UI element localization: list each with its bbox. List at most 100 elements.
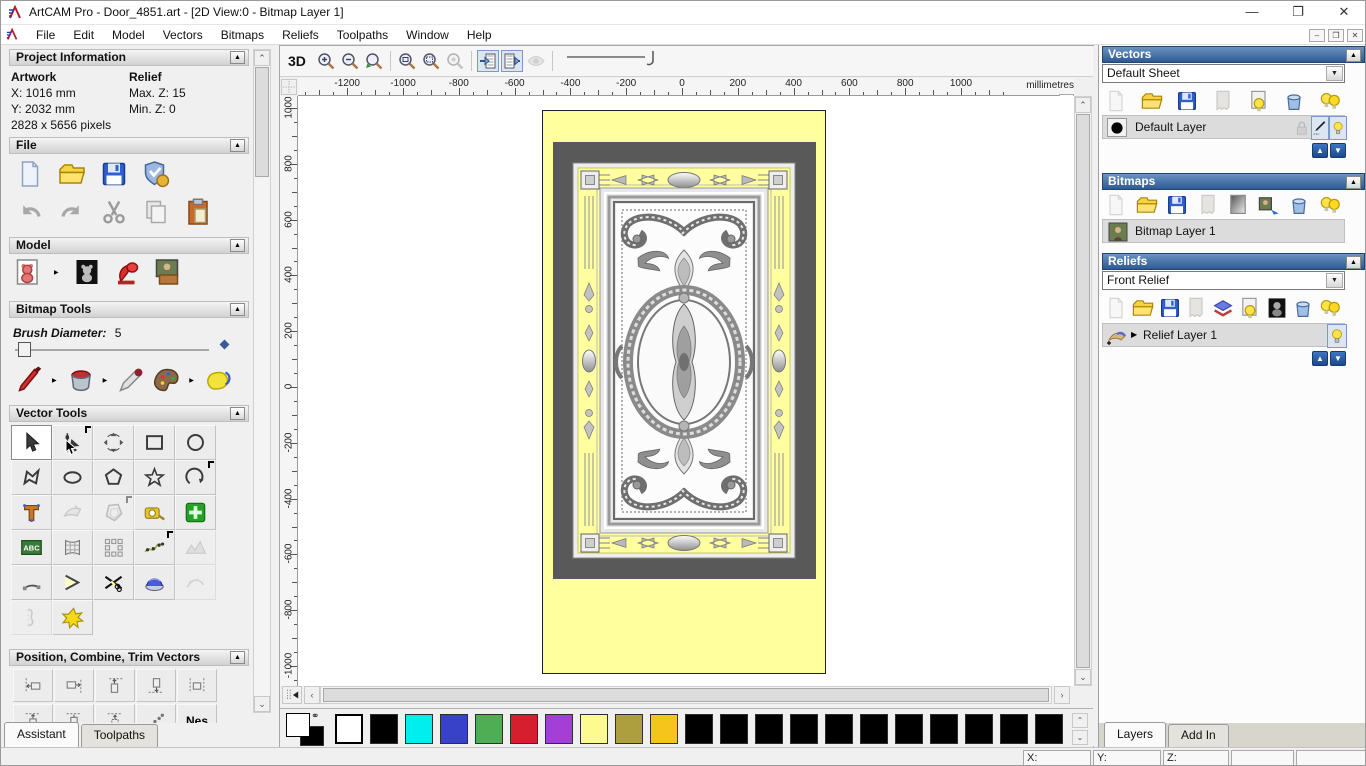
relief-stack-icon[interactable]: [1211, 296, 1235, 320]
brush-spinner-icon[interactable]: [219, 339, 230, 350]
layer-down-icon[interactable]: ▼: [1330, 143, 1346, 158]
scroll-left-icon[interactable]: ‹: [304, 686, 320, 704]
create-circle-icon[interactable]: [175, 425, 216, 460]
mdi-restore-button[interactable]: ❐: [1328, 29, 1344, 42]
open-folder-icon[interactable]: [1140, 89, 1164, 113]
combo-arrow-icon[interactable]: ▼: [1326, 273, 1343, 288]
assistant-scrollbar[interactable]: ⌃ ⌄: [253, 49, 271, 713]
section-header-position-combine-trim[interactable]: Position, Combine, Trim Vectors ▲: [9, 649, 249, 666]
canvas[interactable]: [298, 96, 1074, 686]
colour-swatch-13[interactable]: [790, 714, 818, 744]
scroll-thumb[interactable]: [323, 688, 1049, 702]
menu-model[interactable]: Model: [103, 26, 154, 44]
options-icon[interactable]: [141, 159, 171, 189]
align-h3-icon[interactable]: [95, 704, 135, 723]
trim-vectors-icon[interactable]: [93, 565, 134, 600]
sponge-icon[interactable]: [203, 365, 233, 395]
align-centre-icon[interactable]: [177, 669, 217, 702]
relief-layer-row[interactable]: ▶ Relief Layer 1: [1102, 323, 1347, 348]
nesting-icon[interactable]: Nes: [177, 704, 217, 723]
section-header-bitmap-tools[interactable]: Bitmap Tools ▲: [9, 301, 249, 318]
create-text-icon[interactable]: [11, 495, 52, 530]
colour-swatch-2[interactable]: [405, 714, 433, 744]
bitmaps-header[interactable]: Bitmaps ▲: [1102, 173, 1365, 190]
arc-fit-icon[interactable]: [11, 565, 52, 600]
colour-swatch-12[interactable]: [755, 714, 783, 744]
combo-arrow-icon[interactable]: ▼: [1326, 66, 1343, 81]
copy-along-curve-icon[interactable]: [134, 530, 175, 565]
mdi-close-button[interactable]: ✕: [1347, 29, 1363, 42]
delete-icon[interactable]: [1287, 193, 1311, 217]
palette-icon[interactable]: [152, 365, 182, 395]
colour-swatch-6[interactable]: [545, 714, 573, 744]
primary-colour-swatch[interactable]: [286, 713, 310, 737]
vectors-header[interactable]: Vectors ▲: [1102, 46, 1365, 63]
scroll-up-icon[interactable]: ⌃: [254, 50, 270, 66]
colour-swatch-0[interactable]: [335, 714, 363, 744]
colour-swatch-3[interactable]: [440, 714, 468, 744]
colour-swatch-19[interactable]: [1000, 714, 1028, 744]
align-h1-icon[interactable]: [13, 704, 53, 723]
vector-layer-row[interactable]: Default Layer: [1102, 115, 1347, 140]
measure-icon[interactable]: [134, 495, 175, 530]
collapse-icon[interactable]: ▲: [230, 407, 245, 420]
collapse-icon[interactable]: ▲: [1346, 49, 1361, 62]
menu-edit[interactable]: Edit: [64, 26, 103, 44]
adjust-model-icon[interactable]: [72, 257, 102, 287]
tab-add-in[interactable]: Add In: [1168, 724, 1229, 747]
align-bottom-icon[interactable]: [136, 669, 176, 702]
paste-icon[interactable]: [183, 197, 213, 227]
text-block-icon[interactable]: ABC: [11, 530, 52, 565]
3d-view-button[interactable]: 3D: [284, 52, 310, 70]
scroll-down-icon[interactable]: ⌄: [1075, 669, 1091, 685]
colour-picker-icon[interactable]: [116, 365, 146, 395]
colour-swatch-5[interactable]: [510, 714, 538, 744]
transform-icon[interactable]: [93, 425, 134, 460]
menu-help[interactable]: Help: [458, 26, 501, 44]
bisector-icon[interactable]: [52, 565, 93, 600]
section-header-project-information[interactable]: Project Information ▲: [9, 49, 249, 66]
zoom-fit-icon[interactable]: [420, 50, 442, 72]
toggle-visibility-page-icon[interactable]: [1247, 89, 1271, 113]
menu-file[interactable]: File: [27, 26, 64, 44]
collapse-icon[interactable]: ▲: [1346, 176, 1361, 189]
zoom-in-icon[interactable]: [315, 50, 337, 72]
align-top-icon[interactable]: [95, 669, 135, 702]
brush-slider-track[interactable]: [15, 349, 209, 351]
close-button[interactable]: ✕: [1321, 1, 1365, 25]
collapse-icon[interactable]: ▲: [230, 651, 245, 664]
menu-reliefs[interactable]: Reliefs: [273, 26, 328, 44]
menu-toolpaths[interactable]: Toolpaths: [328, 26, 397, 44]
layer-up-icon[interactable]: ▲: [1312, 143, 1328, 158]
scroll-thumb[interactable]: [1076, 114, 1090, 668]
scroll-thumb[interactable]: [255, 67, 269, 177]
relief-down-icon[interactable]: ▼: [1330, 351, 1346, 366]
flyout-arrow-icon[interactable]: ▶: [54, 269, 59, 276]
zoom-previous-icon[interactable]: [363, 50, 385, 72]
h-scroll-track[interactable]: [320, 686, 1052, 704]
collapse-icon[interactable]: ▲: [1346, 256, 1361, 269]
create-polyline-icon[interactable]: [11, 460, 52, 495]
flood-fill-icon[interactable]: [66, 365, 96, 395]
bulb-on-icon[interactable]: [1327, 324, 1347, 348]
collapse-icon[interactable]: ▲: [230, 51, 245, 64]
tab-toolpaths[interactable]: Toolpaths: [80, 724, 159, 747]
zoom-scale-icon[interactable]: [396, 50, 418, 72]
greyscale-relief-icon[interactable]: [1265, 296, 1289, 320]
layer-colour-icon[interactable]: [1107, 118, 1127, 137]
collapse-icon[interactable]: ▲: [230, 303, 245, 316]
section-header-vector-tools[interactable]: Vector Tools ▲: [9, 405, 249, 422]
envelope-distort-icon[interactable]: [52, 530, 93, 565]
lighting-icon[interactable]: [112, 257, 142, 287]
select-icon[interactable]: [11, 425, 52, 460]
flyout-arrow-icon[interactable]: ▶: [103, 377, 108, 384]
save-icon[interactable]: [1165, 193, 1189, 217]
relief-combo[interactable]: Front Relief ▼: [1102, 271, 1345, 290]
scroll-right-icon[interactable]: ›: [1054, 686, 1070, 704]
expander-icon[interactable]: ▶: [1131, 330, 1137, 339]
bitmap-to-vector-icon[interactable]: [1257, 193, 1281, 217]
flyout-arrow-icon[interactable]: ▶: [52, 377, 57, 384]
zoom-out-icon[interactable]: [339, 50, 361, 72]
create-rectangle-icon[interactable]: [134, 425, 175, 460]
colour-swatch-9[interactable]: [650, 714, 678, 744]
